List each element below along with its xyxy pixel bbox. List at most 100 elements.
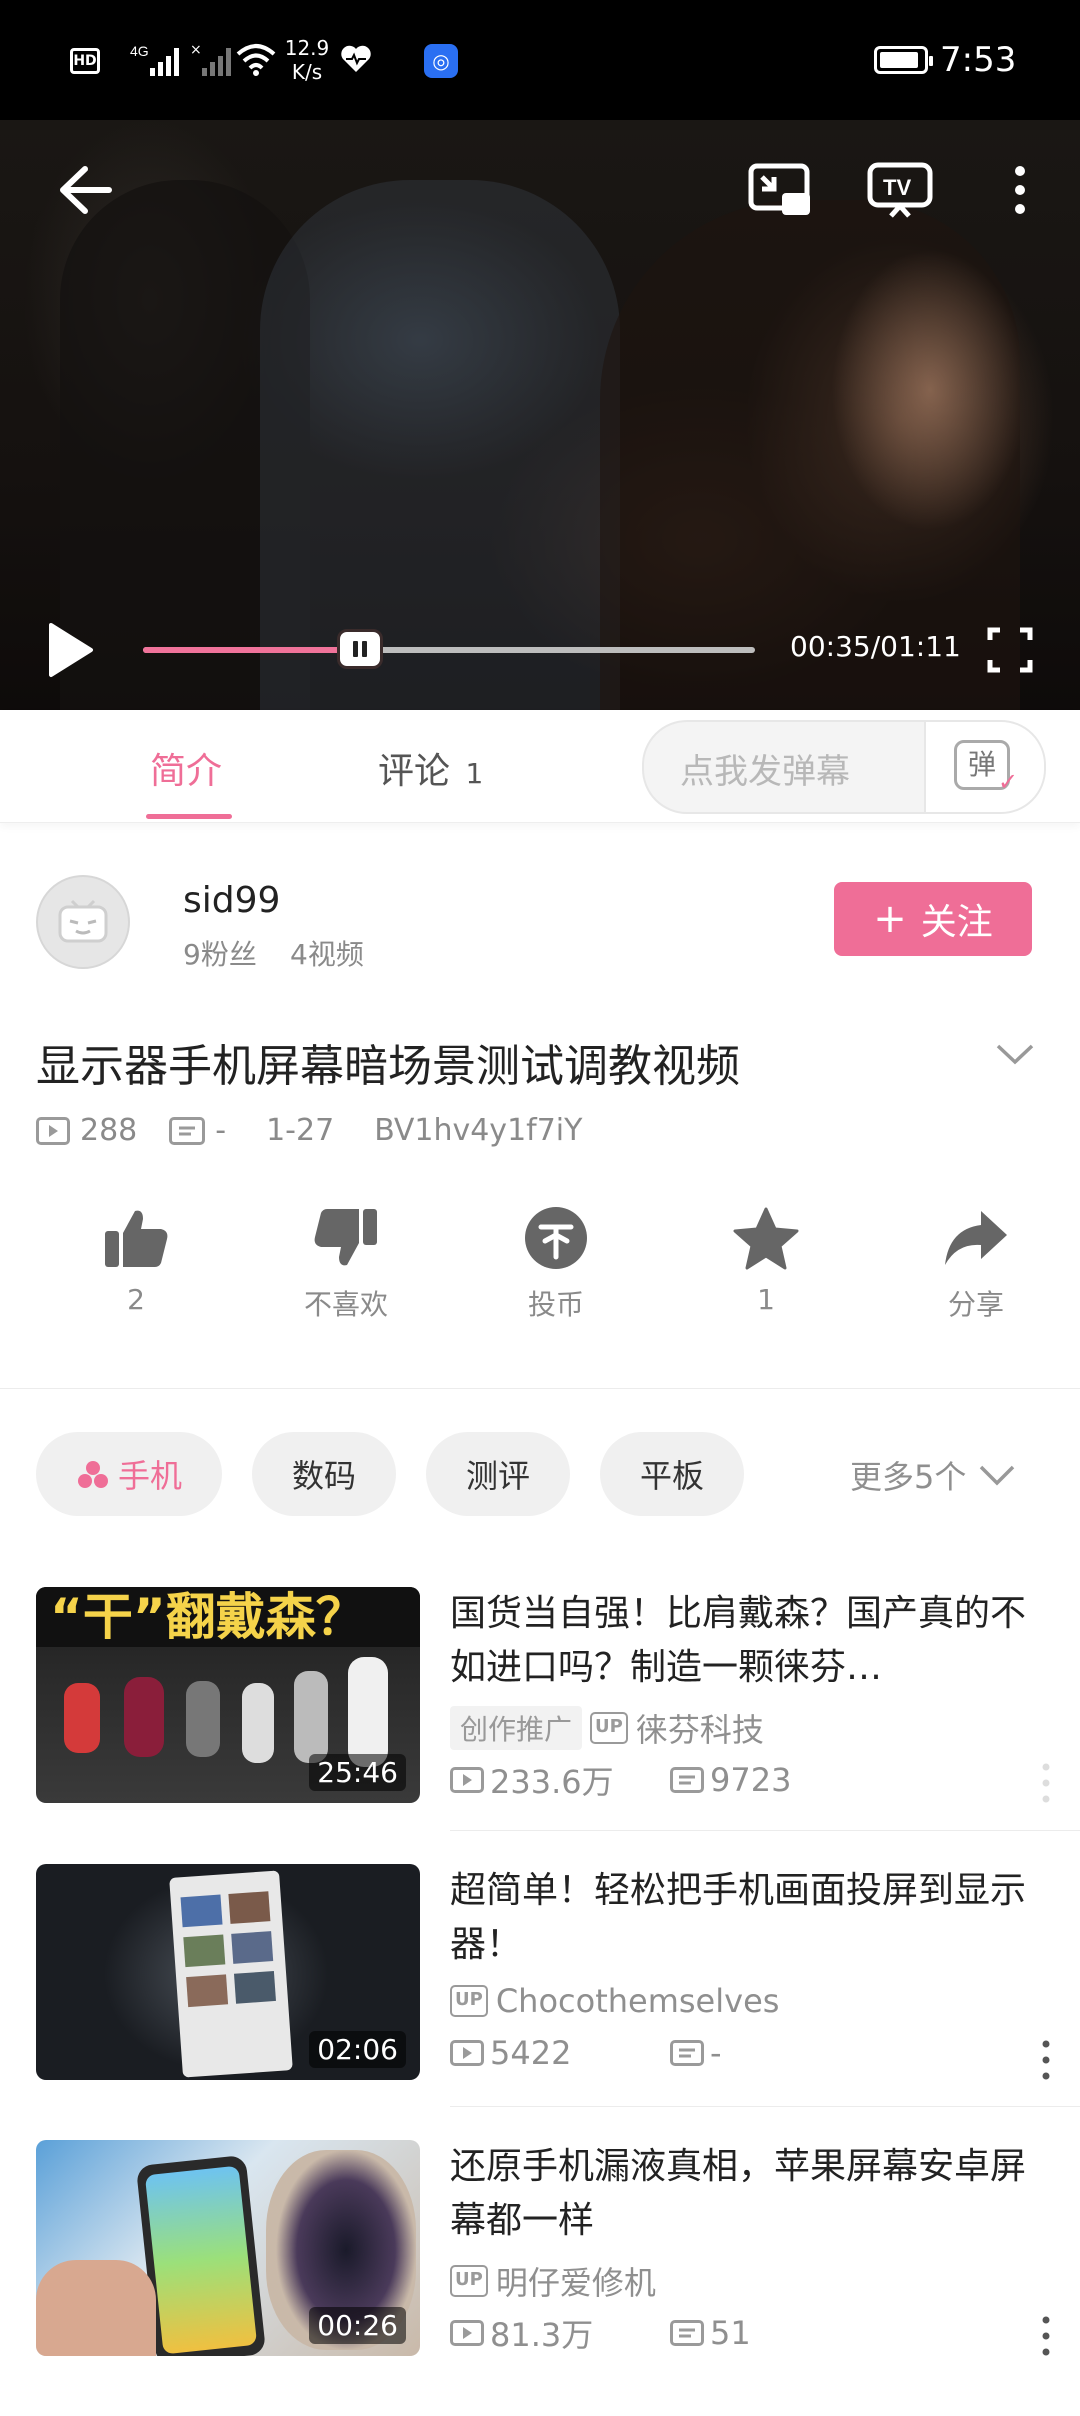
share-button[interactable]: 分享 — [896, 1205, 1056, 1323]
danmaku-count-icon — [670, 2040, 704, 2066]
more-vertical-icon — [1015, 166, 1025, 214]
video-uploader-row: UP Chocothemselves — [450, 1982, 779, 2020]
svg-text:TV: TV — [883, 175, 911, 200]
play-count-icon — [450, 1767, 484, 1793]
video-title: 国货当自强！比肩戴森？国产真的不如进口吗？制造一颗徕芬… — [450, 1593, 1027, 1688]
fullscreen-icon — [987, 627, 1033, 673]
recommended-video-card[interactable]: 00:26 还原手机漏液真相，苹果屏幕安卓屏幕都一样 UP 明仔爱修机 81.3… — [0, 2140, 1080, 2416]
more-tags-label: 更多5个 — [850, 1458, 967, 1496]
video-danmaku-count: - — [215, 1113, 227, 1148]
tag-chip-tablet[interactable]: 平板 — [600, 1432, 744, 1516]
video-frame-figure-center — [260, 180, 620, 710]
back-button[interactable] — [50, 155, 120, 225]
video-title: 还原手机漏液真相，苹果屏幕安卓屏幕都一样 — [450, 2146, 1027, 2241]
author-name[interactable]: sid99 — [183, 880, 280, 921]
uploader-name: Chocothemselves — [495, 1982, 780, 2020]
more-vertical-icon[interactable] — [1042, 1763, 1050, 1803]
channel-icon — [77, 1461, 108, 1488]
video-stats-row: 233.6万 9723 — [450, 1757, 791, 1803]
play-count-icon — [450, 2040, 484, 2066]
danmaku-toggle-button[interactable]: 弹 ✓ — [924, 722, 1044, 812]
list-divider — [450, 2106, 1080, 2107]
promo-badge: 创作推广 — [450, 1706, 583, 1750]
more-vertical-icon[interactable] — [1042, 2040, 1050, 2080]
video-thumbnail: 00:26 — [36, 2140, 420, 2356]
video-uploader-row: UP 明仔爱修机 — [450, 2258, 656, 2304]
tab-intro[interactable]: 简介 — [150, 742, 222, 794]
danmaku-count-icon — [169, 1116, 206, 1145]
list-divider — [450, 1830, 1080, 1831]
dislike-label: 不喜欢 — [303, 1288, 388, 1321]
seek-bar-thumb[interactable] — [337, 629, 384, 669]
coin-icon — [525, 1207, 587, 1269]
danmaku-input[interactable]: 点我发弹幕 弹 ✓ — [642, 720, 1046, 814]
thumbs-up-icon — [105, 1210, 168, 1267]
fullscreen-button[interactable] — [980, 622, 1040, 678]
play-icon — [49, 623, 93, 677]
signal-no-service-icon: × — [190, 42, 232, 78]
battery-icon — [874, 46, 933, 74]
recommended-video-card[interactable]: 02:06 超简单！轻松把手机画面投屏到显示器！ UP Chocothemsel… — [0, 1864, 1080, 2140]
play-count-icon — [36, 1116, 70, 1145]
tab-comments-count: 1 — [465, 757, 484, 790]
uploader-name: 徕芬科技 — [635, 1711, 764, 1749]
more-tags-button[interactable]: 更多5个 — [850, 1452, 1016, 1498]
tag-chip-phone[interactable]: 手机 — [36, 1432, 222, 1516]
like-count: 2 — [127, 1283, 145, 1316]
chevron-down-icon — [980, 1465, 1015, 1486]
status-bar: HD 4G × 12.9 K/s ◎ 7:53 — [0, 0, 1080, 120]
play-button[interactable] — [40, 615, 100, 685]
author-videos: 4视频 — [290, 938, 364, 971]
video-uploader-row: 创作推广 UP 徕芬科技 — [450, 1705, 764, 1751]
chevron-down-icon — [996, 1044, 1034, 1065]
tag-label: 数码 — [291, 1457, 356, 1495]
video-date: 1-27 — [266, 1113, 335, 1148]
heart-rate-icon — [340, 44, 372, 74]
tag-label: 手机 — [117, 1457, 182, 1495]
share-label: 分享 — [947, 1288, 1004, 1321]
tag-label: 平板 — [639, 1457, 704, 1495]
danmaku-count: 51 — [710, 2314, 751, 2352]
avatar[interactable] — [36, 875, 130, 969]
section-divider — [0, 1388, 1080, 1389]
more-vertical-icon[interactable] — [1042, 2316, 1050, 2356]
up-badge-icon: UP — [590, 1712, 628, 1744]
up-badge-icon: UP — [450, 1985, 488, 2017]
plus-icon: + — [873, 896, 907, 942]
expand-description-button[interactable] — [990, 1034, 1040, 1074]
favorite-button[interactable]: 1 — [686, 1205, 846, 1323]
play-count-icon — [450, 2320, 484, 2346]
thumbs-down-icon — [314, 1209, 377, 1266]
tv-cast-icon: TV — [867, 162, 933, 218]
pip-icon — [748, 163, 810, 215]
video-thumbnail: “干”翻戴森？ 25:46 — [36, 1587, 420, 1803]
tab-comments[interactable]: 评论 1 — [378, 742, 483, 794]
follow-label: 关注 — [920, 902, 993, 943]
uploader-name: 明仔爱修机 — [495, 2264, 656, 2302]
picture-in-picture-button[interactable] — [745, 155, 815, 225]
arrow-left-icon — [60, 166, 112, 214]
video-stats-row: 5422 - — [450, 2034, 722, 2072]
tag-chip-digital[interactable]: 数码 — [252, 1432, 396, 1516]
favorite-count: 1 — [757, 1283, 775, 1316]
danmaku-placeholder: 点我发弹幕 — [680, 752, 850, 792]
wifi-icon — [236, 42, 276, 76]
danmaku-icon-label: 弹 — [967, 748, 996, 781]
hotspot-app-icon: ◎ — [424, 44, 458, 78]
network-speed-unit: K/s — [291, 60, 323, 84]
like-button[interactable]: 2 — [56, 1205, 216, 1323]
cast-tv-button[interactable]: TV — [865, 155, 935, 225]
recommended-video-card[interactable]: “干”翻戴森？ 25:46 国货当自强！比肩戴森？国产真的不如进口吗？制造一颗徕… — [0, 1587, 1080, 1863]
tab-intro-indicator — [146, 814, 232, 819]
more-options-button[interactable] — [985, 155, 1055, 225]
signal-4g-icon: 4G — [130, 42, 182, 78]
view-count: 233.6万 — [490, 1763, 614, 1801]
thumbnail-caption: “干”翻戴森？ — [50, 1588, 366, 1646]
tag-chip-review[interactable]: 测评 — [426, 1432, 570, 1516]
svg-text:×: × — [190, 42, 202, 58]
coin-button[interactable]: 投币 — [476, 1205, 636, 1323]
follow-button[interactable]: + 关注 — [834, 882, 1032, 956]
dislike-button[interactable]: 不喜欢 — [266, 1205, 426, 1323]
danmaku-count-icon — [670, 1767, 704, 1793]
hd-icon: HD — [70, 48, 100, 74]
